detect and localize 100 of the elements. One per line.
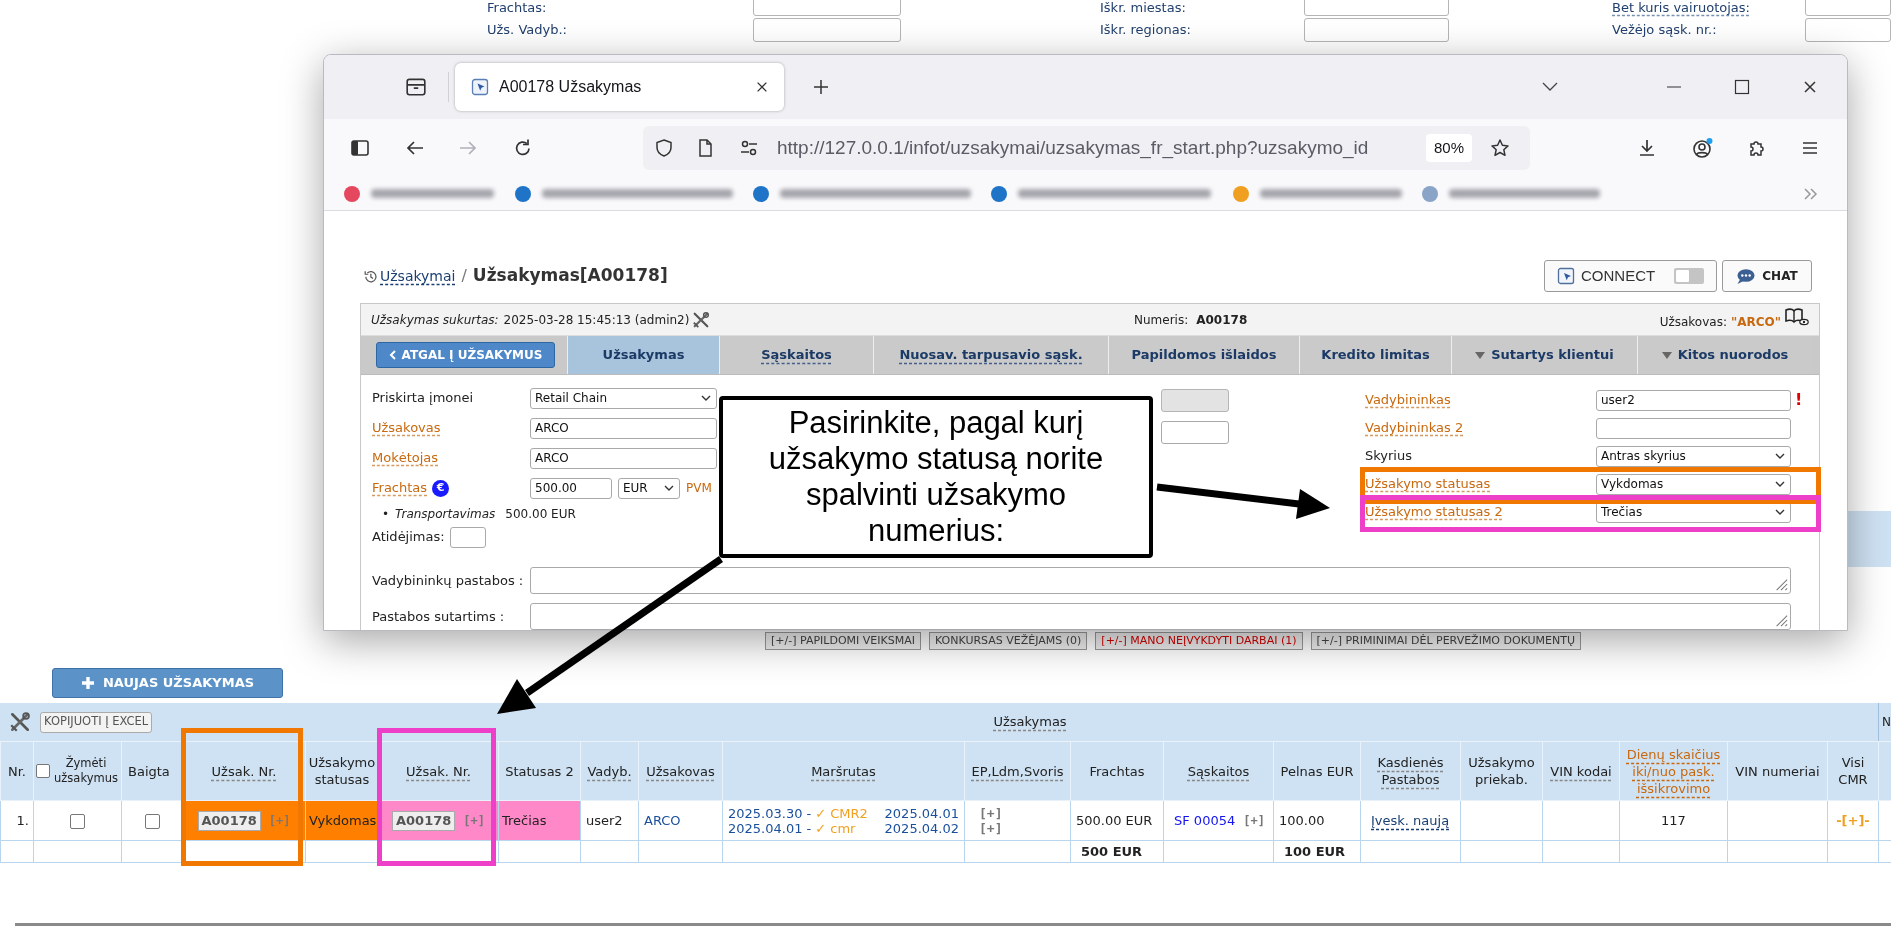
route-date: 2025.04.02 bbox=[884, 820, 959, 836]
crossed-tools-icon[interactable] bbox=[9, 711, 31, 733]
order-number: A00178 bbox=[1196, 311, 1248, 329]
zoom-level-button[interactable]: 80% bbox=[1426, 134, 1473, 162]
select-field[interactable]: EUR bbox=[618, 477, 680, 499]
checkbox[interactable] bbox=[144, 813, 160, 829]
select-field[interactable]: Retail Chain bbox=[530, 387, 717, 409]
excel-button[interactable]: KOPIJUOTI Į EXCEL bbox=[40, 711, 153, 733]
field-label: Vadybininkų pastabos : bbox=[372, 571, 524, 590]
caret-down-icon bbox=[1775, 452, 1785, 460]
breadcrumb-link[interactable]: Užsakymai bbox=[380, 265, 456, 287]
bookmark-icon[interactable] bbox=[343, 184, 361, 203]
column-header[interactable]: Sąskaitos bbox=[1163, 741, 1274, 801]
expand-link[interactable]: [+] bbox=[979, 820, 1003, 836]
column-header: Nr. bbox=[0, 741, 34, 801]
checkbox[interactable] bbox=[36, 764, 50, 778]
sliders-icon[interactable] bbox=[739, 138, 759, 158]
currency-badge: € bbox=[432, 479, 450, 497]
notes-field[interactable] bbox=[530, 603, 1791, 630]
field-label: Mokėtojas bbox=[372, 449, 439, 468]
column-header[interactable]: Kasdienės Pastabos bbox=[1360, 741, 1461, 801]
invoice-link[interactable]: SF 00054 bbox=[1174, 812, 1236, 828]
table-cell: 100.00 bbox=[1273, 800, 1361, 841]
required-mark: ! bbox=[1795, 389, 1803, 411]
caret-down-icon bbox=[664, 484, 674, 492]
text-field[interactable]: ARCO bbox=[530, 417, 717, 439]
plus-icon[interactable] bbox=[813, 79, 829, 95]
triangle-down-icon bbox=[1661, 351, 1672, 359]
select-field[interactable]: Antras skyrius bbox=[1596, 445, 1791, 467]
resize-handle-icon[interactable] bbox=[1774, 577, 1788, 591]
tab[interactable]: Užsakymas bbox=[567, 336, 719, 374]
text-field[interactable] bbox=[753, 0, 901, 16]
sidebar-icon[interactable] bbox=[350, 138, 370, 158]
download-icon[interactable] bbox=[1637, 138, 1657, 158]
column-header[interactable]: VIN kodai bbox=[1542, 741, 1620, 801]
expand-link[interactable]: [+] bbox=[1243, 813, 1265, 828]
instruction-callout: Pasirinkite, pagal kurį užsakymo statusą norite spalvinti užsakymo numerius: bbox=[719, 396, 1153, 558]
text-field[interactable]: user2 bbox=[1596, 389, 1791, 411]
checkbox[interactable] bbox=[70, 813, 85, 829]
cursor-window-icon bbox=[471, 78, 489, 96]
order-number[interactable]: A00178 bbox=[392, 810, 456, 831]
text-field[interactable] bbox=[449, 526, 486, 548]
column-header: Pelnas EUR bbox=[1273, 741, 1361, 801]
text-field[interactable] bbox=[1596, 417, 1791, 439]
back-button[interactable]: ATGAL Į UŽSAKYMUS bbox=[376, 342, 555, 368]
column-header[interactable]: Užsakovas bbox=[638, 741, 723, 801]
text-field[interactable] bbox=[1304, 0, 1449, 16]
order-number[interactable]: A00178 bbox=[197, 810, 261, 831]
text-field[interactable] bbox=[1805, 18, 1891, 42]
text-field[interactable] bbox=[1161, 421, 1229, 444]
action-button[interactable]: KONKURSAS VEŽĖJAMS (0) bbox=[928, 632, 1088, 650]
panel-background bbox=[1848, 511, 1891, 567]
action-button[interactable]: [+/-] PRIMINIMAI DĖL PERVEŽIMO DOKUMENTŲ bbox=[1310, 632, 1582, 650]
field-label: Priskirta įmonei bbox=[372, 389, 474, 408]
column-header: VIN numeriai bbox=[1727, 741, 1828, 801]
shield-icon[interactable] bbox=[654, 138, 674, 158]
page-title: Užsakymas[A00178] bbox=[472, 264, 668, 288]
puzzle-icon[interactable] bbox=[1747, 138, 1767, 158]
account-icon[interactable] bbox=[1692, 137, 1713, 159]
select-field[interactable]: Vykdomas bbox=[1596, 473, 1791, 495]
resize-handle-icon[interactable] bbox=[1774, 613, 1788, 627]
bookmark-icon[interactable] bbox=[514, 184, 532, 203]
book-eye-icon[interactable] bbox=[1785, 307, 1809, 327]
notes-field[interactable] bbox=[530, 567, 1791, 594]
action-button[interactable]: [+/-] MANO NEĮVYKDYTI DARBAI (1) bbox=[1095, 632, 1303, 650]
reload-icon[interactable] bbox=[513, 138, 533, 158]
bookmark-icon[interactable] bbox=[990, 184, 1008, 203]
close-icon[interactable] bbox=[1802, 79, 1818, 95]
maximize-icon[interactable] bbox=[1734, 79, 1750, 95]
field-label: Vadybininkas 2 bbox=[1365, 419, 1464, 438]
vat-label[interactable]: PVM bbox=[686, 479, 712, 497]
bookmark-icon[interactable] bbox=[752, 184, 770, 203]
field-label: Vadybininkas bbox=[1365, 391, 1451, 410]
address-bar[interactable]: http://127.0.0.1/infot/uzsakymai/uzsakymas_fr_start.php?uzsakymo_id 80% bbox=[643, 126, 1530, 170]
toggle-switch[interactable] bbox=[1674, 268, 1704, 284]
url-text: http://127.0.0.1/infot/uzsakymai/uzsakymas_fr_start.php?uzsakymo_id bbox=[777, 136, 1369, 158]
expand-link[interactable]: [+] bbox=[979, 805, 1003, 821]
browser-tab[interactable]: A00178 Užsakymas bbox=[455, 63, 784, 111]
connect-button[interactable]: CONNECT bbox=[1544, 260, 1717, 292]
archive-box-icon[interactable] bbox=[404, 76, 428, 98]
crossed-tools-icon[interactable] bbox=[692, 310, 711, 329]
field-label: Užsakovas bbox=[372, 419, 441, 438]
column-header[interactable]: Maršrutas bbox=[722, 741, 965, 801]
bookmark-icon[interactable] bbox=[1421, 184, 1439, 203]
field-label: Atidėjimas: bbox=[372, 528, 445, 547]
star-icon[interactable] bbox=[1490, 138, 1511, 158]
text-field[interactable]: ARCO bbox=[530, 447, 717, 469]
column-header[interactable]: Vadyb. bbox=[580, 741, 639, 801]
field-label: Užs. Vadyb.: bbox=[487, 22, 567, 38]
text-field[interactable] bbox=[1304, 18, 1449, 42]
text-field[interactable]: 500.00 bbox=[530, 477, 612, 499]
created-label: Užsakymas sukurtas: bbox=[371, 311, 499, 329]
group-header: N bbox=[1882, 714, 1891, 731]
close-icon[interactable] bbox=[755, 80, 769, 94]
text-field[interactable] bbox=[1805, 0, 1891, 16]
chat-button[interactable]: CHAT bbox=[1722, 260, 1812, 292]
action-button[interactable]: [+/-] PAPILDOMI VEIKSMAI bbox=[765, 632, 921, 650]
column-header[interactable]: EP,Ldm,Svoris bbox=[964, 741, 1071, 801]
text-field[interactable] bbox=[753, 18, 901, 42]
client-link[interactable]: ARCO bbox=[644, 812, 681, 828]
